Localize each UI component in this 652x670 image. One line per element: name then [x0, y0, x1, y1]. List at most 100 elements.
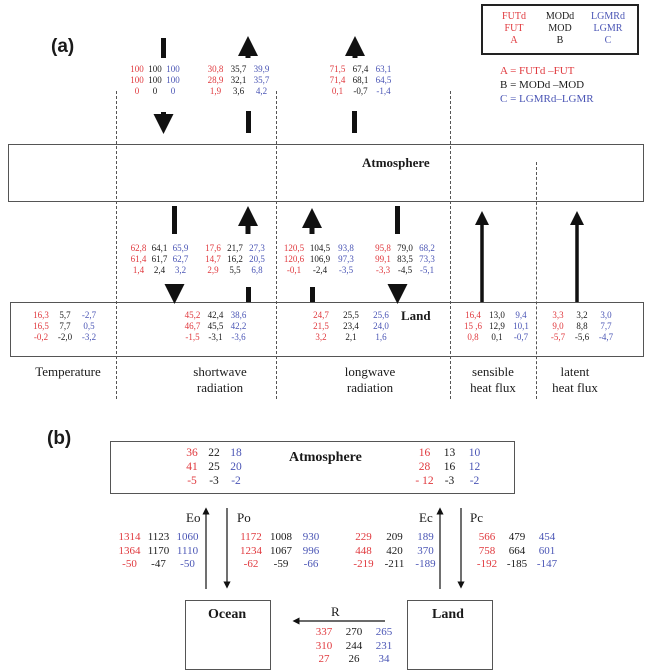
- value-row: 229 209 189: [348, 531, 441, 545]
- mod-value: -59: [273, 558, 289, 570]
- lgmr-value: 20: [230, 461, 242, 473]
- fut-value: -50: [122, 558, 137, 570]
- lgmr-value: 930: [302, 531, 320, 543]
- value-row: 1314 1123 1060: [115, 531, 202, 545]
- values-pc: 566 479 454 758 664 601 -192 -185 -147: [472, 531, 562, 572]
- values-ec: 229 209 189 448 420 370 -219 -211 -189: [348, 531, 441, 572]
- lgmr-value: 454: [538, 531, 556, 543]
- value-row: 448 420 370: [348, 545, 441, 559]
- land-label-b: Land: [432, 607, 464, 622]
- sfc-shortwave-down-arrow: [164, 206, 185, 304]
- value-row: - 12 -3 -2: [412, 474, 487, 488]
- mod-value: 420: [386, 544, 403, 557]
- fut-value: -219: [353, 558, 374, 570]
- mod-value: -211: [384, 558, 405, 570]
- po-label: Po: [237, 510, 251, 525]
- fut-value: 36: [186, 447, 198, 459]
- mod-value: 1170: [147, 544, 170, 557]
- values-po: 1172 1008 930 1234 1067 996 -62 -59 -66: [236, 531, 326, 572]
- mod-value: 209: [386, 531, 403, 543]
- mod-value: 16: [443, 461, 456, 473]
- lgmr-value: 265: [375, 626, 393, 638]
- lgmr-value: 370: [417, 544, 434, 557]
- toa-longwave-up-arrow: [345, 36, 365, 133]
- value-row: 41 25 20: [181, 460, 247, 474]
- lgmr-value: -147: [536, 558, 558, 570]
- value-row: 36 22 18: [181, 446, 247, 460]
- mod-value: 1008: [270, 531, 292, 543]
- values-atm-left: 36 22 18 41 25 20 -5 -3 -2: [181, 446, 247, 488]
- atmosphere-label-b: Atmosphere: [289, 450, 362, 465]
- lgmr-value: 34: [378, 653, 390, 665]
- mod-value: 479: [508, 531, 526, 543]
- fut-value: 16: [418, 447, 431, 459]
- fut-value: 1172: [240, 531, 262, 543]
- values-atm-right: 16 13 10 28 16 12 - 12 -3 -2: [412, 446, 487, 488]
- lgmr-value: -50: [180, 558, 195, 570]
- lgmr-value: 12: [468, 461, 481, 473]
- fut-value: 1364: [118, 544, 141, 557]
- fut-value: -5: [187, 475, 197, 487]
- mod-value: -47: [151, 558, 166, 570]
- land-box-b: Land: [407, 600, 493, 670]
- mod-value: -3: [444, 475, 455, 487]
- value-row: 310 244 231: [309, 640, 399, 654]
- lgmr-value: 10: [468, 447, 481, 459]
- lgmr-value: 1110: [176, 544, 199, 557]
- value-row: 16 13 10: [412, 446, 487, 460]
- fut-value: 758: [478, 544, 496, 557]
- value-row: -62 -59 -66: [236, 558, 326, 572]
- toa-shortwave-down-arrow: [153, 38, 174, 134]
- lgmr-value: 601: [538, 544, 556, 557]
- fut-value: -192: [476, 558, 498, 570]
- lgmr-value: 231: [375, 639, 393, 652]
- fut-value: - 12: [415, 475, 434, 487]
- ocean-box: Ocean: [185, 600, 271, 670]
- fut-value: 41: [186, 461, 198, 473]
- values-r: 337 270 265 310 244 231 27 26 34: [309, 626, 399, 667]
- toa-shortwave-up-arrow: [238, 36, 258, 133]
- mod-value: 22: [208, 447, 220, 459]
- eo-label: Eo: [186, 510, 201, 525]
- lgmr-value: 1060: [176, 531, 199, 543]
- pc-label: Pc: [470, 510, 483, 525]
- lgmr-value: -2: [469, 475, 480, 487]
- value-row: 566 479 454: [472, 531, 562, 545]
- fut-value: 337: [315, 626, 333, 638]
- mod-value: 1067: [270, 544, 292, 557]
- value-row: -219 -211 -189: [348, 558, 441, 572]
- r-label: R: [331, 604, 340, 619]
- fut-value: 28: [418, 461, 431, 473]
- lgmr-value: 189: [417, 531, 434, 543]
- fut-value: 566: [478, 531, 496, 543]
- value-row: -50 -47 -50: [115, 558, 202, 572]
- value-row: 1172 1008 930: [236, 531, 326, 545]
- fut-value: 1234: [240, 544, 262, 557]
- sfc-longwave-down-arrow: [387, 206, 408, 304]
- mod-value: -185: [506, 558, 528, 570]
- mod-value: 664: [508, 544, 526, 557]
- mod-value: 270: [345, 626, 363, 638]
- fut-value: -62: [243, 558, 259, 570]
- value-row: 337 270 265: [309, 626, 399, 640]
- values-eo: 1314 1123 1060 1364 1170 1110 -50 -47 -50: [115, 531, 202, 572]
- fut-value: 1314: [118, 531, 141, 543]
- fut-value: 310: [315, 639, 333, 652]
- value-row: 1364 1170 1110: [115, 545, 202, 559]
- panel-b-label: (b): [47, 428, 72, 449]
- value-row: 1234 1067 996: [236, 545, 326, 559]
- value-row: 758 664 601: [472, 545, 562, 559]
- sfc-longwave-up-arrow: [302, 208, 322, 302]
- mod-value: 1123: [147, 531, 170, 543]
- lgmr-value: 996: [302, 544, 320, 557]
- ocean-label: Ocean: [208, 607, 247, 622]
- lgmr-value: -189: [415, 558, 436, 570]
- fut-value: 448: [355, 544, 372, 557]
- mod-value: -3: [209, 475, 219, 487]
- value-row: -192 -185 -147: [472, 558, 562, 572]
- ec-label: Ec: [419, 510, 433, 525]
- mod-value: 25: [208, 461, 220, 473]
- lgmr-value: -66: [303, 558, 319, 570]
- lgmr-value: 18: [230, 447, 242, 459]
- value-row: 27 26 34: [309, 653, 399, 667]
